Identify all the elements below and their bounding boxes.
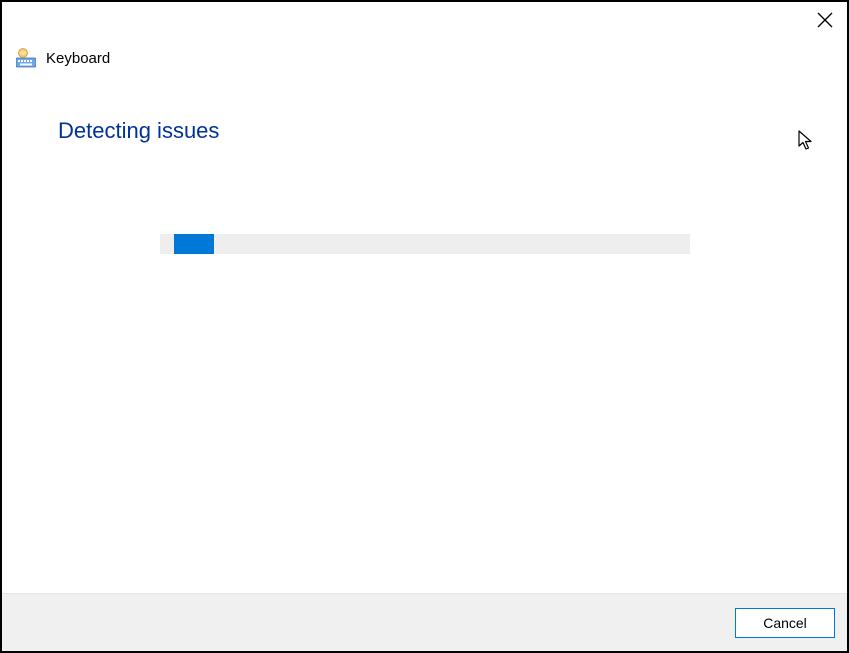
cancel-button[interactable]: Cancel <box>735 608 835 638</box>
close-button[interactable] <box>813 8 837 32</box>
progress-chunk <box>174 234 214 254</box>
header-title: Keyboard <box>46 50 110 67</box>
status-heading: Detecting issues <box>58 118 791 144</box>
content-area: Detecting issues <box>2 68 847 593</box>
keyboard-icon <box>16 48 36 68</box>
titlebar <box>2 2 847 40</box>
footer: Cancel <box>2 593 847 651</box>
close-icon <box>817 12 833 28</box>
header: Keyboard <box>2 40 847 68</box>
progress-bar-container <box>58 234 791 254</box>
troubleshooter-window: Keyboard Detecting issues Cancel <box>0 0 849 653</box>
progress-bar <box>160 234 690 254</box>
